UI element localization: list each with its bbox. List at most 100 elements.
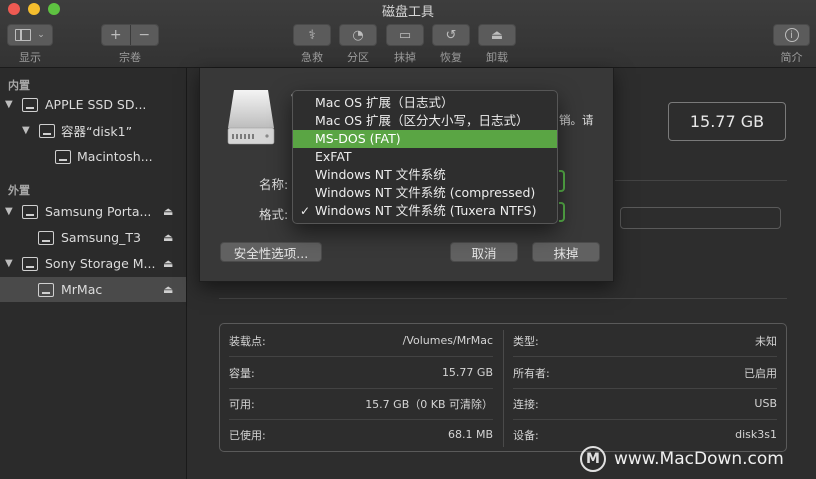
info-icon: i (784, 28, 799, 42)
add-volume-icon[interactable]: + (102, 25, 130, 45)
sidebar-item-label: MrMac (61, 282, 103, 297)
restore-label: 恢复 (440, 51, 462, 64)
menu-item-mac-os-extended-journaled[interactable]: Mac OS 扩展（日志式） (293, 94, 557, 112)
menu-item-exfat[interactable]: ExFAT (293, 148, 557, 166)
chevron-down-icon: ⌄ (37, 30, 45, 40)
unmount-button[interactable]: ⏏ (478, 24, 516, 46)
info-row-capacity: 容量: 15.77 GB (229, 357, 493, 388)
eject-icon[interactable]: ⏏ (163, 205, 173, 218)
sidebar-item-container-disk1[interactable]: ▼ 容器“disk1” (0, 118, 186, 143)
erase-toolbar-button[interactable]: ▭ (386, 24, 424, 46)
info-key: 连接: (513, 397, 539, 411)
volume-icon (55, 149, 71, 164)
sidebar-item-label: Sony Storage M... (45, 256, 156, 271)
info-key: 设备: (513, 428, 539, 442)
info-table: 装载点: /Volumes/MrMac 容量: 15.77 GB 可用: 15.… (219, 323, 787, 452)
disclosure-triangle-icon[interactable]: ▼ (5, 258, 13, 269)
info-row-connection: 连接: USB (513, 388, 777, 419)
menu-item-windows-nt-compressed[interactable]: Windows NT 文件系统 (compressed) (293, 184, 557, 202)
volume-icon (38, 230, 54, 245)
container-icon (39, 123, 55, 138)
sidebar-item-apple-ssd[interactable]: ▼ APPLE SSD SD... (0, 92, 186, 117)
menu-item-label: ExFAT (315, 149, 352, 164)
unmount-label: 卸载 (486, 51, 508, 64)
info-key: 可用: (229, 397, 255, 411)
menu-item-mac-os-extended-case-sensitive[interactable]: Mac OS 扩展（区分大小写，日志式） (293, 112, 557, 130)
menu-item-label: MS-DOS (FAT) (315, 131, 401, 146)
menu-item-windows-nt-tuxera[interactable]: ✓ Windows NT 文件系统 (Tuxera NTFS) (293, 202, 557, 220)
internal-disk-icon (22, 97, 38, 112)
info-value: disk3s1 (735, 428, 777, 441)
sidebar-item-sony-storage[interactable]: ▼ Sony Storage M... ⏏ (0, 251, 186, 276)
info-button[interactable]: i (773, 24, 810, 46)
info-row-owner: 所有者: 已启用 (513, 357, 777, 388)
menu-item-label: Windows NT 文件系统 (Tuxera NTFS) (315, 203, 537, 218)
disclosure-triangle-icon[interactable]: ▼ (22, 125, 30, 136)
sidebar-item-label: Macintosh... (77, 149, 153, 164)
sidebar-item-samsung-portable[interactable]: ▼ Samsung Porta... ⏏ (0, 199, 186, 224)
sidebar-item-mrmac[interactable]: MrMac ⏏ (0, 277, 186, 302)
window-title: 磁盘工具 (381, 5, 434, 20)
disclosure-triangle-icon[interactable]: ▼ (5, 99, 13, 110)
remove-volume-icon[interactable]: − (129, 25, 158, 45)
restore-button[interactable]: ↺ (432, 24, 470, 46)
checkmark-icon: ✓ (300, 204, 311, 218)
watermark: M www.MacDown.com (580, 446, 784, 472)
watermark-text: www.MacDown.com (614, 449, 784, 469)
unmount-icon: ⏏ (490, 27, 504, 43)
sidebar-item-label: Samsung_T3 (61, 230, 141, 245)
info-column-divider (503, 330, 504, 447)
erase-button[interactable]: 抹掉 (532, 242, 600, 262)
partition-button[interactable]: ◔ (339, 24, 377, 46)
menu-item-windows-nt[interactable]: Windows NT 文件系统 (293, 166, 557, 184)
macdown-logo-icon: M (580, 446, 606, 472)
sidebar-toggle-icon (15, 29, 32, 41)
info-row-type: 类型: 未知 (513, 325, 777, 356)
sidebar-item-label: 容器“disk1” (61, 124, 133, 139)
eject-icon[interactable]: ⏏ (163, 283, 173, 296)
first-aid-button[interactable]: ⚕ (293, 24, 331, 46)
disk-drive-icon (227, 90, 275, 145)
erase-label: 抹掉 (394, 51, 416, 64)
stethoscope-icon: ⚕ (308, 27, 316, 43)
disclosure-triangle-icon[interactable]: ▼ (5, 206, 13, 217)
display-button[interactable]: ⌄ (7, 24, 53, 46)
menu-item-label: Mac OS 扩展（区分大小写，日志式） (315, 113, 529, 128)
partition-label: 分区 (347, 51, 369, 64)
format-field-label: 格式: (259, 207, 289, 222)
sheet-description-fragment: 销。请 (559, 113, 594, 127)
sidebar-item-label: APPLE SSD SD... (45, 97, 147, 112)
info-row-used: 已使用: 68.1 MB (229, 419, 493, 450)
info-value: 15.7 GB（0 KB 可清除） (365, 397, 493, 411)
display-label: 显示 (19, 51, 41, 64)
format-dropdown-menu: Mac OS 扩展（日志式） Mac OS 扩展（区分大小写，日志式） MS-D… (292, 90, 558, 224)
volume-buttons: + − (101, 24, 159, 46)
security-options-button[interactable]: 安全性选项... (220, 242, 322, 262)
volume-icon (38, 282, 54, 297)
erase-disk-icon: ▭ (398, 27, 412, 43)
info-value: 未知 (755, 334, 777, 348)
name-field-focus-ring[interactable] (559, 170, 565, 192)
eject-icon[interactable]: ⏏ (163, 231, 173, 244)
divider (219, 298, 787, 299)
external-disk-icon (22, 204, 38, 219)
info-value: 15.77 GB (441, 366, 493, 379)
menu-item-ms-dos-fat[interactable]: MS-DOS (FAT) (293, 130, 557, 148)
pie-chart-icon: ◔ (352, 27, 364, 43)
info-row-mount-point: 装载点: /Volumes/MrMac (229, 325, 493, 356)
sidebar-item-samsung-t3[interactable]: Samsung_T3 ⏏ (0, 225, 186, 250)
sidebar-item-macintosh[interactable]: Macintosh... (0, 144, 186, 169)
eject-icon[interactable]: ⏏ (163, 257, 173, 270)
sidebar-item-label: Samsung Porta... (45, 204, 152, 219)
sidebar: 内置 ▼ APPLE SSD SD... ▼ 容器“disk1” Macinto… (0, 68, 187, 479)
background-field (620, 207, 781, 229)
info-key: 所有者: (513, 366, 550, 380)
menu-item-label: Windows NT 文件系统 (compressed) (315, 185, 536, 200)
info-key: 已使用: (229, 428, 266, 442)
format-popup-edge[interactable] (559, 202, 565, 222)
capacity-box: 15.77 GB (668, 102, 786, 141)
info-key: 容量: (229, 366, 255, 380)
info-row-available: 可用: 15.7 GB（0 KB 可清除） (229, 388, 493, 419)
cancel-button[interactable]: 取消 (450, 242, 518, 262)
info-key: 装载点: (229, 334, 266, 348)
